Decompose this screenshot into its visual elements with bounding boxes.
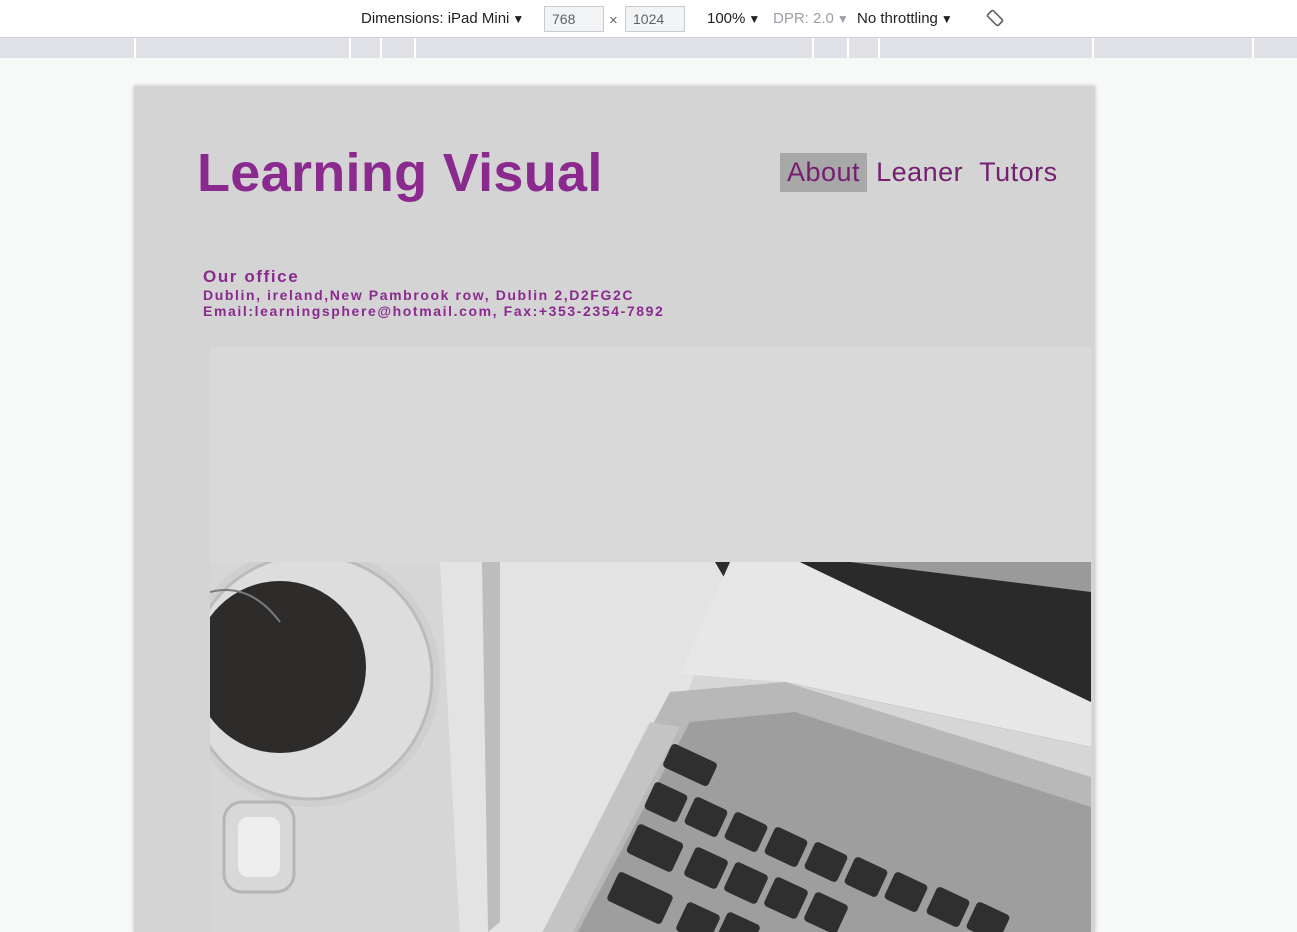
devtools-device-toolbar: Dimensions: iPad Mini▼ × 100%▼ DPR: 2.0▼… [0,0,1297,38]
dimensions-dropdown[interactable]: Dimensions: iPad Mini ▼ [361,10,524,27]
zoom-label: 100% [707,10,746,27]
ruler-tick [414,38,416,58]
dpr-caret-icon: ▼ [836,12,849,26]
office-contact: Email:learningsphere@hotmail.com, Fax:+3… [203,303,665,319]
hero-image [210,562,1091,932]
dimensions-caret-icon: ▼ [512,12,525,26]
throttling-label: No throttling [857,10,938,27]
width-input[interactable] [544,6,604,32]
dpr-dropdown[interactable]: DPR: 2.0 ▼ [773,10,849,27]
site-logo-title[interactable]: Learning Visual [197,142,603,204]
office-address: Dublin, ireland,New Pambrook row, Dublin… [203,287,635,303]
hero-section [210,347,1091,932]
ruler-tick [134,38,136,58]
zoom-dropdown[interactable]: 100% ▼ [707,10,760,27]
throttling-dropdown[interactable]: No throttling ▼ [857,10,953,27]
ruler-tick [812,38,814,58]
media-query-bar[interactable] [0,38,1297,58]
ruler-tick [878,38,880,58]
dpr-label: DPR: 2.0 [773,10,834,27]
times-separator: × [609,12,618,29]
desk-photo-illustration [210,562,1091,932]
height-input[interactable] [625,6,685,32]
office-heading: Our office [203,267,300,286]
nav-leaner[interactable]: Leaner [869,153,970,192]
nav-about[interactable]: About [780,153,868,192]
zoom-caret-icon: ▼ [748,12,761,26]
ruler-tick [380,38,382,58]
office-info: Our office Dublin, ireland,New Pambrook … [203,267,665,320]
ruler-tick [847,38,849,58]
ruler-tick [1092,38,1094,58]
main-nav: About Leaner Tutors [780,153,1066,192]
rotate-icon[interactable] [986,9,1004,27]
nav-tutors[interactable]: Tutors [972,153,1065,192]
ruler-tick [349,38,351,58]
dimensions-label: Dimensions: iPad Mini [361,10,510,27]
throttling-caret-icon: ▼ [940,12,953,26]
ruler-tick [1252,38,1254,58]
emulated-viewport: Learning Visual About Leaner Tutors Our … [134,86,1095,932]
